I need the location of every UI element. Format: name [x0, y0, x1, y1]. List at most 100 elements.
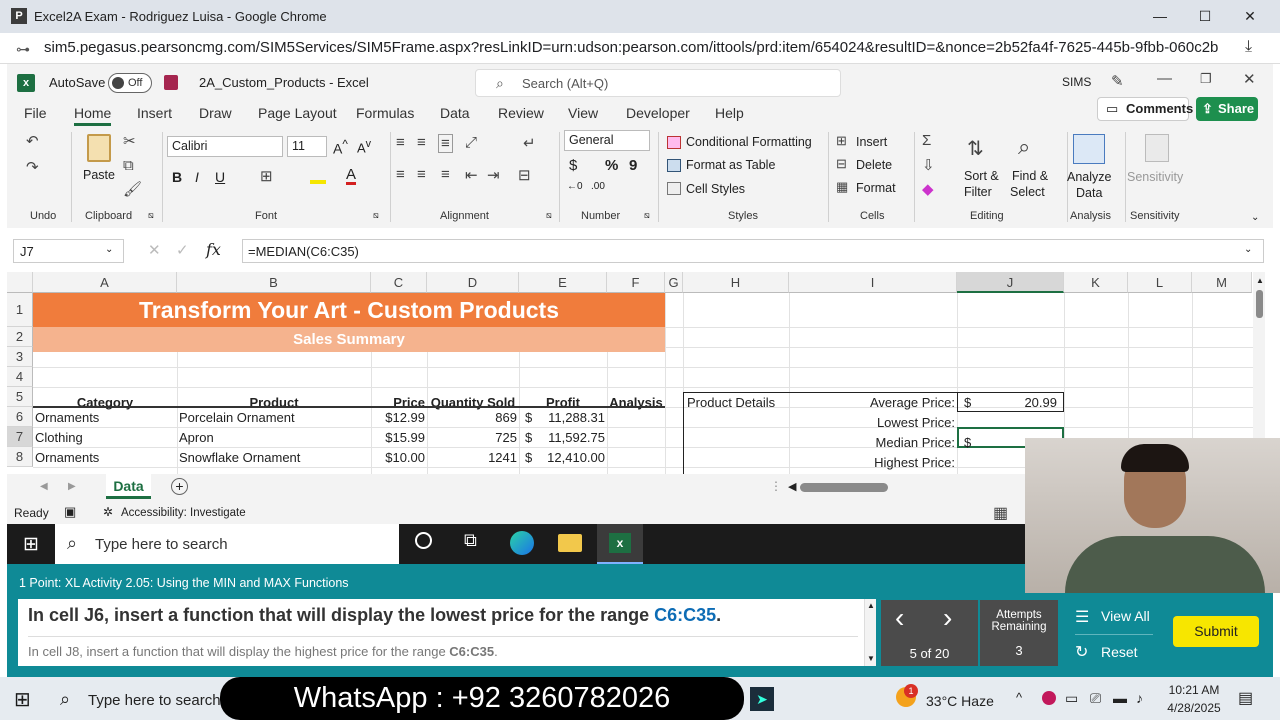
paste-icon[interactable]: [87, 134, 111, 162]
weather-text[interactable]: 33°C Haze: [926, 693, 994, 709]
tab-home[interactable]: Home: [74, 105, 112, 126]
close-icon[interactable]: ✕: [1238, 6, 1262, 26]
merge-center-icon[interactable]: ⊟: [518, 166, 531, 184]
battery-icon[interactable]: ▬: [1113, 690, 1127, 706]
dialog-launcher-icon[interactable]: ⧅: [373, 210, 379, 221]
italic-icon[interactable]: I: [195, 169, 199, 185]
align-center-icon[interactable]: ≡: [417, 166, 426, 183]
tab-help[interactable]: Help: [715, 105, 744, 121]
scroll-up-icon[interactable]: ▲: [867, 601, 875, 610]
scroll-left-icon[interactable]: ◀: [788, 480, 796, 493]
minimize-icon[interactable]: —: [1157, 70, 1172, 87]
outer-search-placeholder[interactable]: Type here to search: [88, 692, 221, 709]
format-as-table-button[interactable]: Format as Table: [686, 158, 775, 172]
row-header[interactable]: 2: [7, 327, 33, 347]
volume-icon[interactable]: ♪: [1136, 690, 1143, 706]
fill-icon[interactable]: ⇩: [922, 156, 935, 174]
cell-price[interactable]: $10.00: [371, 448, 427, 468]
column-header[interactable]: K: [1064, 272, 1128, 293]
conditional-formatting-button[interactable]: Conditional Formatting: [686, 135, 812, 149]
display-icon[interactable]: ⎚: [1090, 690, 1101, 707]
redo-icon[interactable]: ↷: [26, 158, 39, 176]
tab-review[interactable]: Review: [498, 105, 544, 121]
delete-cells-button[interactable]: Delete: [856, 158, 892, 172]
clear-icon[interactable]: ◆: [922, 180, 934, 198]
cortana-icon[interactable]: [415, 532, 432, 549]
row-header[interactable]: 8: [7, 447, 33, 467]
cell-category[interactable]: Clothing: [33, 428, 177, 448]
notification-icon[interactable]: ▤: [1238, 688, 1253, 708]
collapse-ribbon-icon[interactable]: ⌄: [1251, 212, 1259, 223]
view-all-button[interactable]: View All: [1101, 608, 1150, 624]
dialog-launcher-icon[interactable]: ⧅: [546, 210, 552, 221]
search-icon[interactable]: ⌕: [60, 689, 70, 710]
orientation-icon[interactable]: ⤢: [465, 134, 477, 151]
column-header[interactable]: F: [607, 272, 665, 293]
clock-date[interactable]: 4/28/2025: [1160, 701, 1228, 715]
bold-icon[interactable]: B: [172, 169, 182, 185]
align-top-icon[interactable]: ≡: [396, 134, 405, 151]
cut-icon[interactable]: ✂: [123, 132, 136, 150]
cell-profit[interactable]: 12,410.00: [537, 448, 607, 468]
copy-icon[interactable]: ⧉: [123, 157, 134, 174]
cell-category[interactable]: Ornaments: [33, 408, 177, 428]
next-sheet-icon[interactable]: ▶: [68, 481, 76, 492]
url-text[interactable]: sim5.pegasus.pearsoncmg.com/SIM5Services…: [44, 39, 1219, 56]
borders-icon[interactable]: ⊞: [260, 167, 273, 185]
detail-label[interactable]: Median Price:: [789, 433, 957, 453]
sort-filter-label-1[interactable]: Sort &: [964, 169, 999, 183]
task-view-icon[interactable]: ⧉: [464, 530, 477, 551]
insert-function-icon[interactable]: fx: [206, 240, 221, 259]
site-info-icon[interactable]: ⊶: [16, 41, 30, 58]
row-header[interactable]: 5: [7, 387, 33, 407]
tab-draw[interactable]: Draw: [199, 105, 232, 121]
cell-profit[interactable]: 11,288.31: [537, 408, 607, 428]
add-sheet-icon[interactable]: +: [171, 478, 188, 495]
record-icon[interactable]: [1042, 691, 1056, 705]
currency-icon[interactable]: $: [569, 157, 577, 174]
cell-profit[interactable]: 11,592.75: [537, 428, 607, 448]
number-format-select[interactable]: General: [564, 130, 650, 151]
decrease-indent-icon[interactable]: ⇤: [465, 166, 478, 184]
cell-category[interactable]: Ornaments: [33, 448, 177, 468]
dialog-launcher-icon[interactable]: ⧅: [644, 210, 650, 221]
horizontal-scroll-thumb[interactable]: [800, 483, 888, 492]
reset-icon[interactable]: ↻: [1075, 642, 1088, 662]
align-bottom-icon[interactable]: ≡: [438, 134, 453, 153]
align-right-icon[interactable]: ≡: [441, 166, 450, 183]
column-header[interactable]: I: [789, 272, 957, 293]
cell-product[interactable]: Snowflake Ornament: [177, 448, 371, 468]
column-header-selected[interactable]: J: [957, 272, 1064, 293]
font-size-select[interactable]: 11: [287, 136, 327, 157]
detail-label[interactable]: Average Price:: [789, 393, 957, 413]
analyze-data-label-2[interactable]: Data: [1076, 186, 1102, 200]
format-painter-icon[interactable]: 🖌: [123, 180, 142, 198]
sheet-subtitle[interactable]: Sales Summary: [33, 327, 665, 352]
inner-search-box[interactable]: ⌕ Type here to search: [55, 524, 399, 564]
close-icon[interactable]: ✕: [1243, 70, 1256, 88]
cell-product[interactable]: Porcelain Ornament: [177, 408, 371, 428]
column-header[interactable]: C: [371, 272, 427, 293]
comments-button[interactable]: ▭ Comments: [1097, 97, 1193, 121]
enter-icon[interactable]: ✓: [176, 241, 189, 259]
restore-icon[interactable]: ❐: [1200, 71, 1212, 87]
align-left-icon[interactable]: ≡: [396, 166, 405, 183]
formula-input[interactable]: =MEDIAN(C6:C35): [242, 239, 1264, 263]
user-name[interactable]: SIMS: [1062, 75, 1091, 89]
font-name-select[interactable]: Calibri: [167, 136, 283, 157]
scroll-thumb[interactable]: [1256, 290, 1263, 318]
decrease-font-icon[interactable]: Av: [357, 138, 371, 155]
detail-label[interactable]: Lowest Price:: [789, 413, 957, 433]
align-middle-icon[interactable]: ≡: [417, 134, 426, 151]
comma-icon[interactable]: 9: [629, 157, 637, 174]
autosave-toggle[interactable]: Off: [108, 73, 152, 93]
download-icon[interactable]: ⤓: [1245, 38, 1252, 56]
tab-formulas[interactable]: Formulas: [356, 105, 414, 121]
excel-taskbar-button[interactable]: x: [597, 524, 643, 564]
clock-time[interactable]: 10:21 AM: [1164, 683, 1224, 697]
scroll-down-icon[interactable]: ▼: [867, 654, 875, 663]
edge-icon[interactable]: [510, 531, 534, 555]
minimize-icon[interactable]: —: [1148, 6, 1172, 26]
submit-button[interactable]: Submit: [1173, 616, 1259, 647]
tab-data[interactable]: Data: [440, 105, 470, 121]
